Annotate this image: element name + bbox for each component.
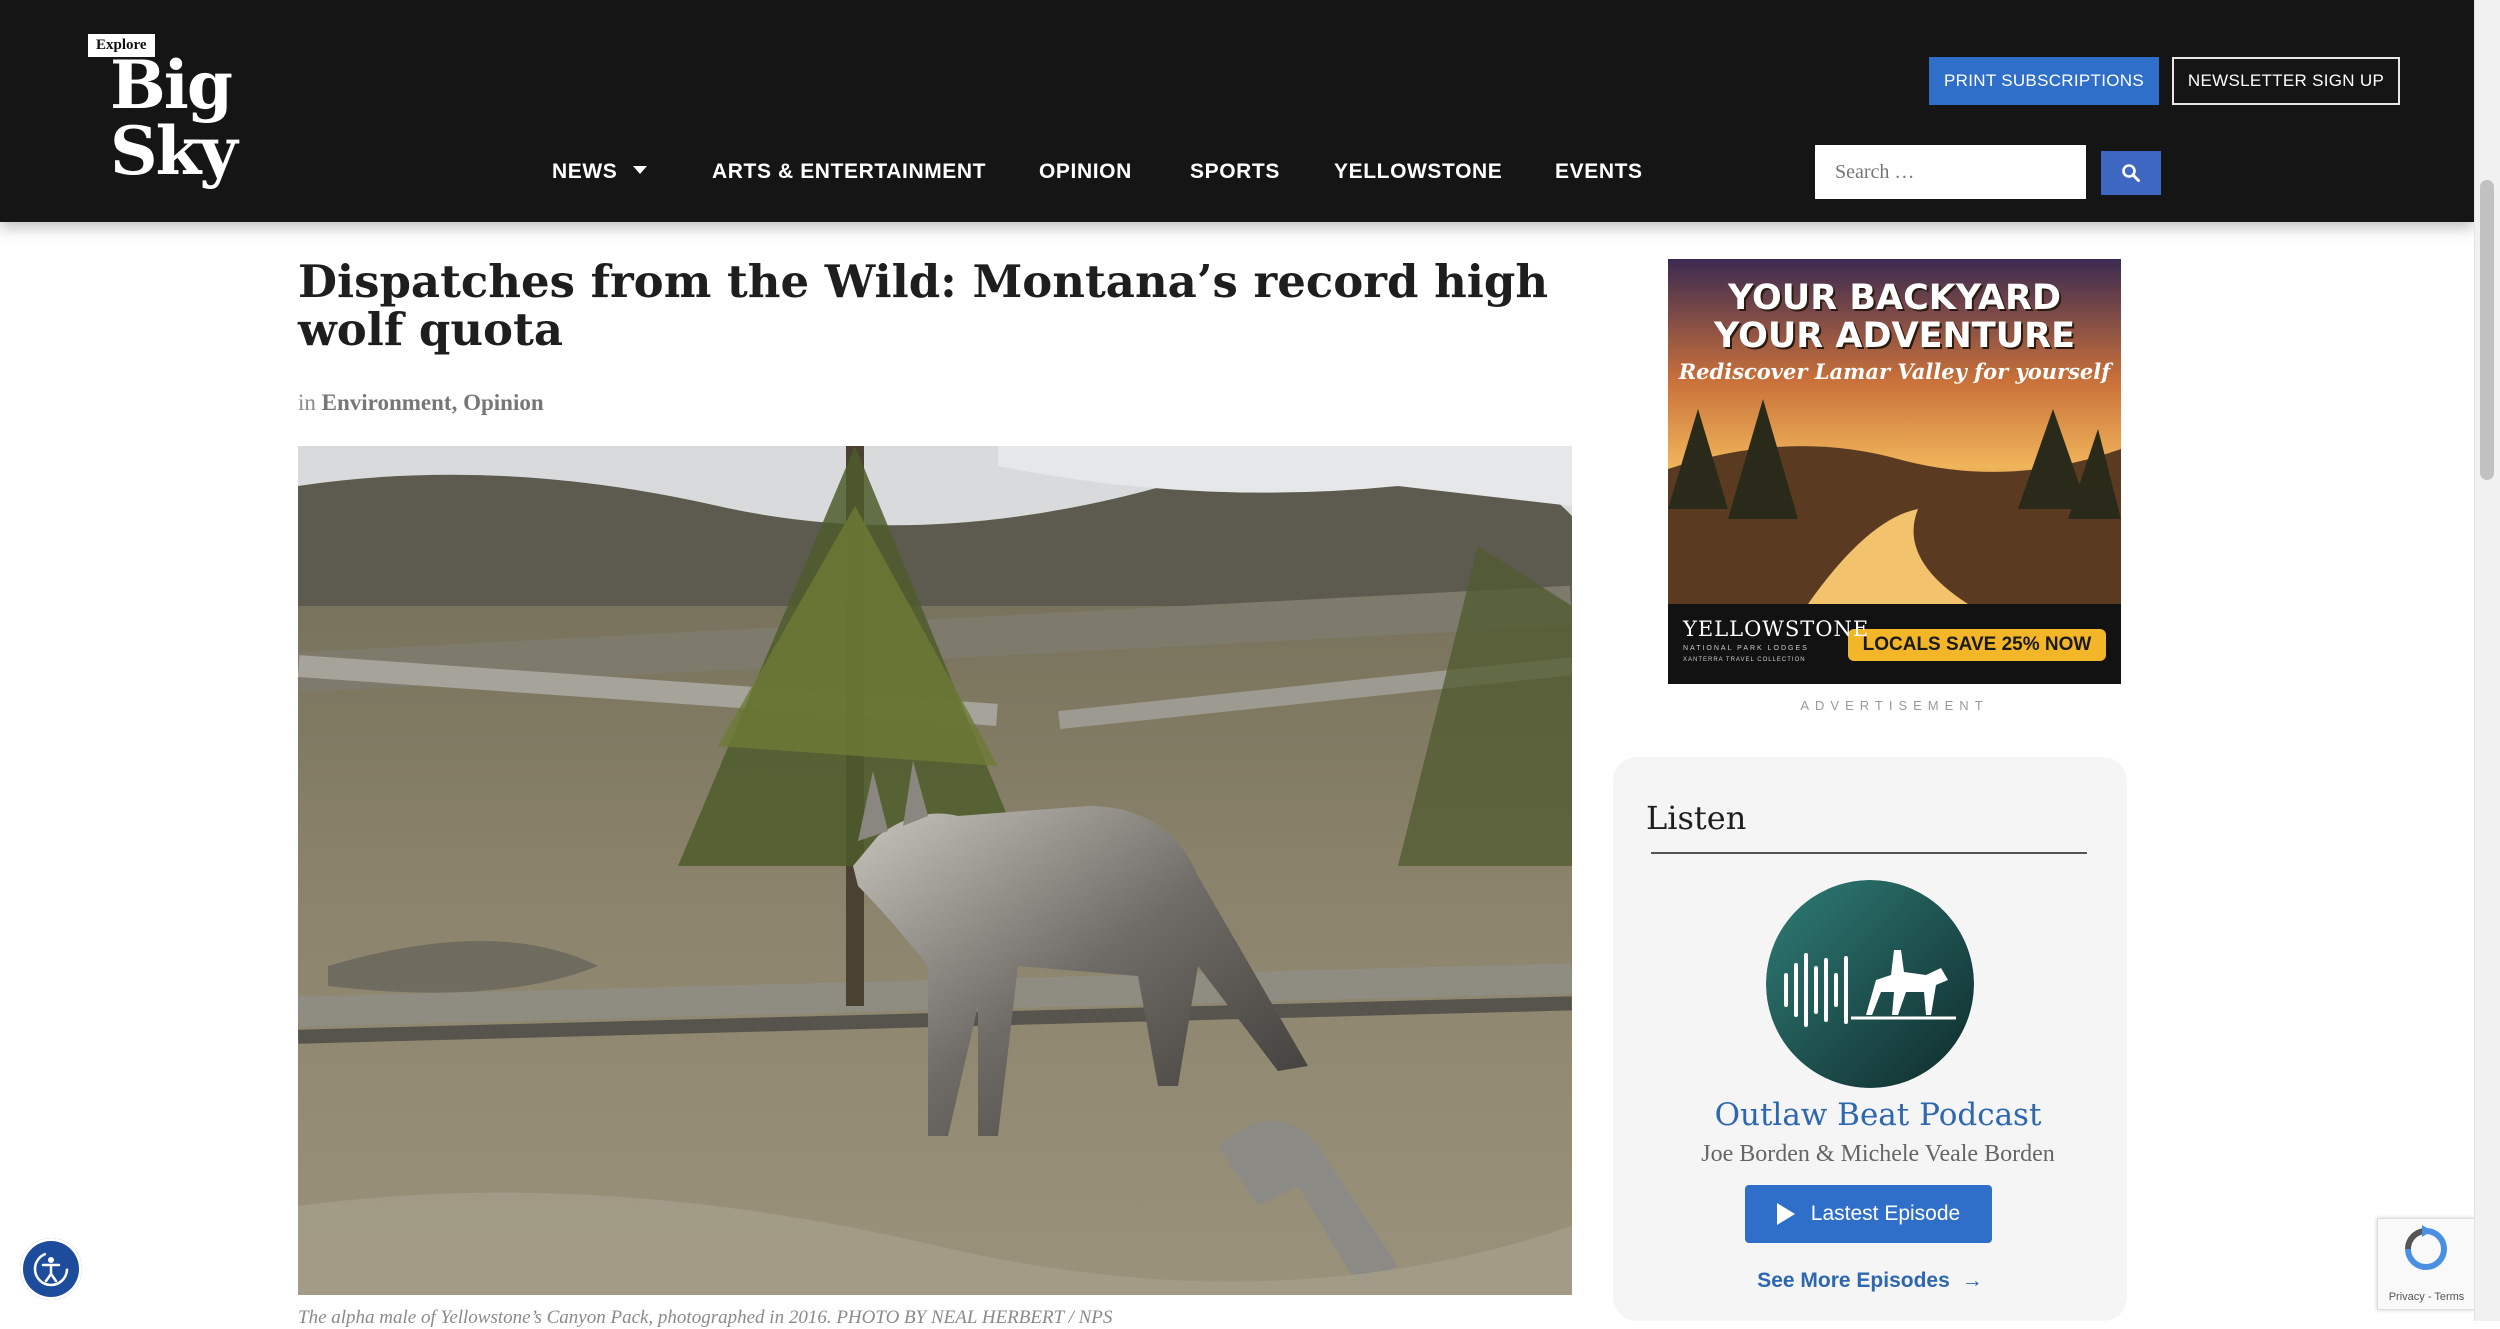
nav-item-arts-entertainment[interactable]: ARTS & ENTERTAINMENT — [712, 160, 986, 184]
article-photo — [298, 446, 1572, 1295]
categories-prefix: in — [298, 390, 316, 415]
see-more-episodes-link[interactable]: See More Episodes → — [1613, 1269, 2127, 1293]
ad-headline-line2: YOUR ADVENTURE — [1714, 316, 2075, 356]
category-link-environment[interactable]: Environment — [322, 390, 452, 415]
play-icon — [1776, 1203, 1795, 1225]
search-icon — [2122, 164, 2140, 182]
ad-brand-sub2: XANTERRA TRAVEL COLLECTION — [1683, 657, 1806, 663]
ad-badge: LOCALS SAVE 25% NOW — [1862, 634, 2092, 655]
listen-divider — [1651, 852, 2087, 854]
advertisement-label: ADVERTISEMENT — [1800, 698, 1989, 713]
accessibility-button[interactable] — [20, 1238, 82, 1300]
ad-tagline: Rediscover Lamar Valley for yourself — [1678, 359, 2111, 384]
photo-caption: The alpha male of Yellowstone’s Canyon P… — [298, 1307, 1113, 1328]
ad-headline-line1: YOUR BACKYARD — [1727, 278, 2062, 318]
ad-headline: YOUR BACKYARD YOUR ADVENTURE — [1668, 279, 2121, 355]
recaptcha-privacy-terms[interactable]: Privacy - Terms — [2378, 1291, 2475, 1303]
nav-item-opinion[interactable]: OPINION — [1039, 160, 1132, 184]
advertisement-banner[interactable]: YOUR BACKYARD YOUR ADVENTURE Rediscover … — [1668, 259, 2121, 684]
search-button[interactable] — [2101, 151, 2161, 195]
site-logo[interactable]: Explore Big Sky — [88, 34, 368, 184]
recaptcha-icon — [2405, 1225, 2447, 1270]
podcast-name-link[interactable]: Outlaw Beat Podcast — [1613, 1097, 2143, 1133]
chevron-down-icon — [633, 166, 648, 175]
podcast-logo-icon — [1766, 880, 1974, 1088]
article-title: Dispatches from the Wild: Montana’s reco… — [298, 255, 1549, 356]
newsletter-signup-button[interactable]: NEWSLETTER SIGN UP — [2172, 57, 2400, 105]
nav-item-yellowstone[interactable]: YELLOWSTONE — [1334, 160, 1502, 184]
arrow-right-icon: → — [1961, 1269, 1983, 1292]
site-header: Explore Big Sky PRINT SUBSCRIPTIONS NEWS… — [0, 0, 2474, 222]
latest-episode-button[interactable]: Lastest Episode — [1745, 1185, 1992, 1243]
accessibility-icon — [33, 1251, 69, 1287]
wolf-photo-image — [298, 446, 1572, 1295]
category-link-opinion[interactable]: Opinion — [463, 390, 544, 415]
nav-item-events[interactable]: EVENTS — [1555, 160, 1643, 184]
logo-big-sky-text: Big Sky — [110, 46, 238, 190]
listen-heading: Listen — [1646, 799, 1747, 837]
recaptcha-badge[interactable]: Privacy - Terms — [2377, 1218, 2476, 1310]
search-input[interactable] — [1815, 145, 2086, 199]
podcast-hosts: Joe Borden & Michele Veale Borden — [1701, 1141, 2055, 1167]
podcast-artwork[interactable] — [1766, 880, 1974, 1088]
ad-brand-sub1: NATIONAL PARK LODGES — [1683, 645, 1809, 652]
latest-episode-label: Lastest Episode — [1810, 1202, 1961, 1225]
ad-brand: YELLOWSTONE — [1683, 617, 1870, 641]
nav-item-news[interactable]: NEWS — [552, 160, 648, 184]
nav-item-label: NEWS — [552, 160, 618, 183]
listen-widget: Listen Outlaw Beat Podcast Joe Borden & … — [1613, 757, 2127, 1321]
scrollbar-thumb[interactable] — [2480, 180, 2494, 480]
print-subscriptions-button[interactable]: PRINT SUBSCRIPTIONS — [1929, 57, 2159, 105]
article-categories: in Environment, Opinion — [298, 390, 544, 415]
see-more-label: See More Episodes — [1757, 1269, 1950, 1292]
nav-item-sports[interactable]: SPORTS — [1190, 160, 1280, 184]
